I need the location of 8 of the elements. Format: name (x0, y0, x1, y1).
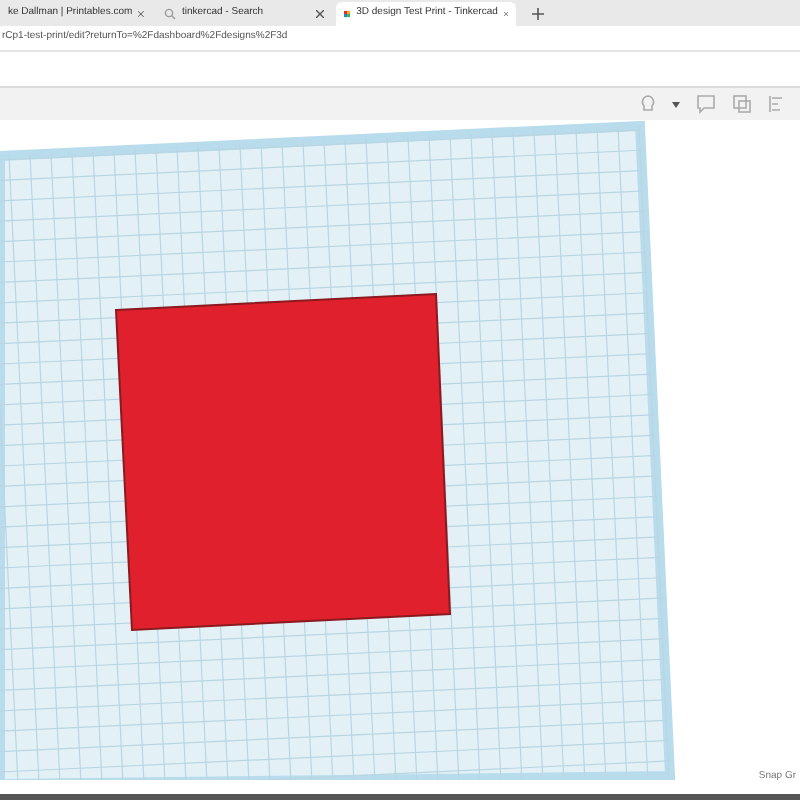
search-icon (164, 8, 176, 20)
close-icon[interactable] (503, 10, 508, 18)
new-tab-icon[interactable] (532, 8, 544, 20)
box-shape[interactable] (114, 292, 452, 632)
app-logo-icon (344, 8, 351, 20)
close-icon[interactable] (316, 10, 324, 18)
dropdown-icon[interactable] (672, 101, 680, 107)
close-icon[interactable] (138, 10, 144, 18)
